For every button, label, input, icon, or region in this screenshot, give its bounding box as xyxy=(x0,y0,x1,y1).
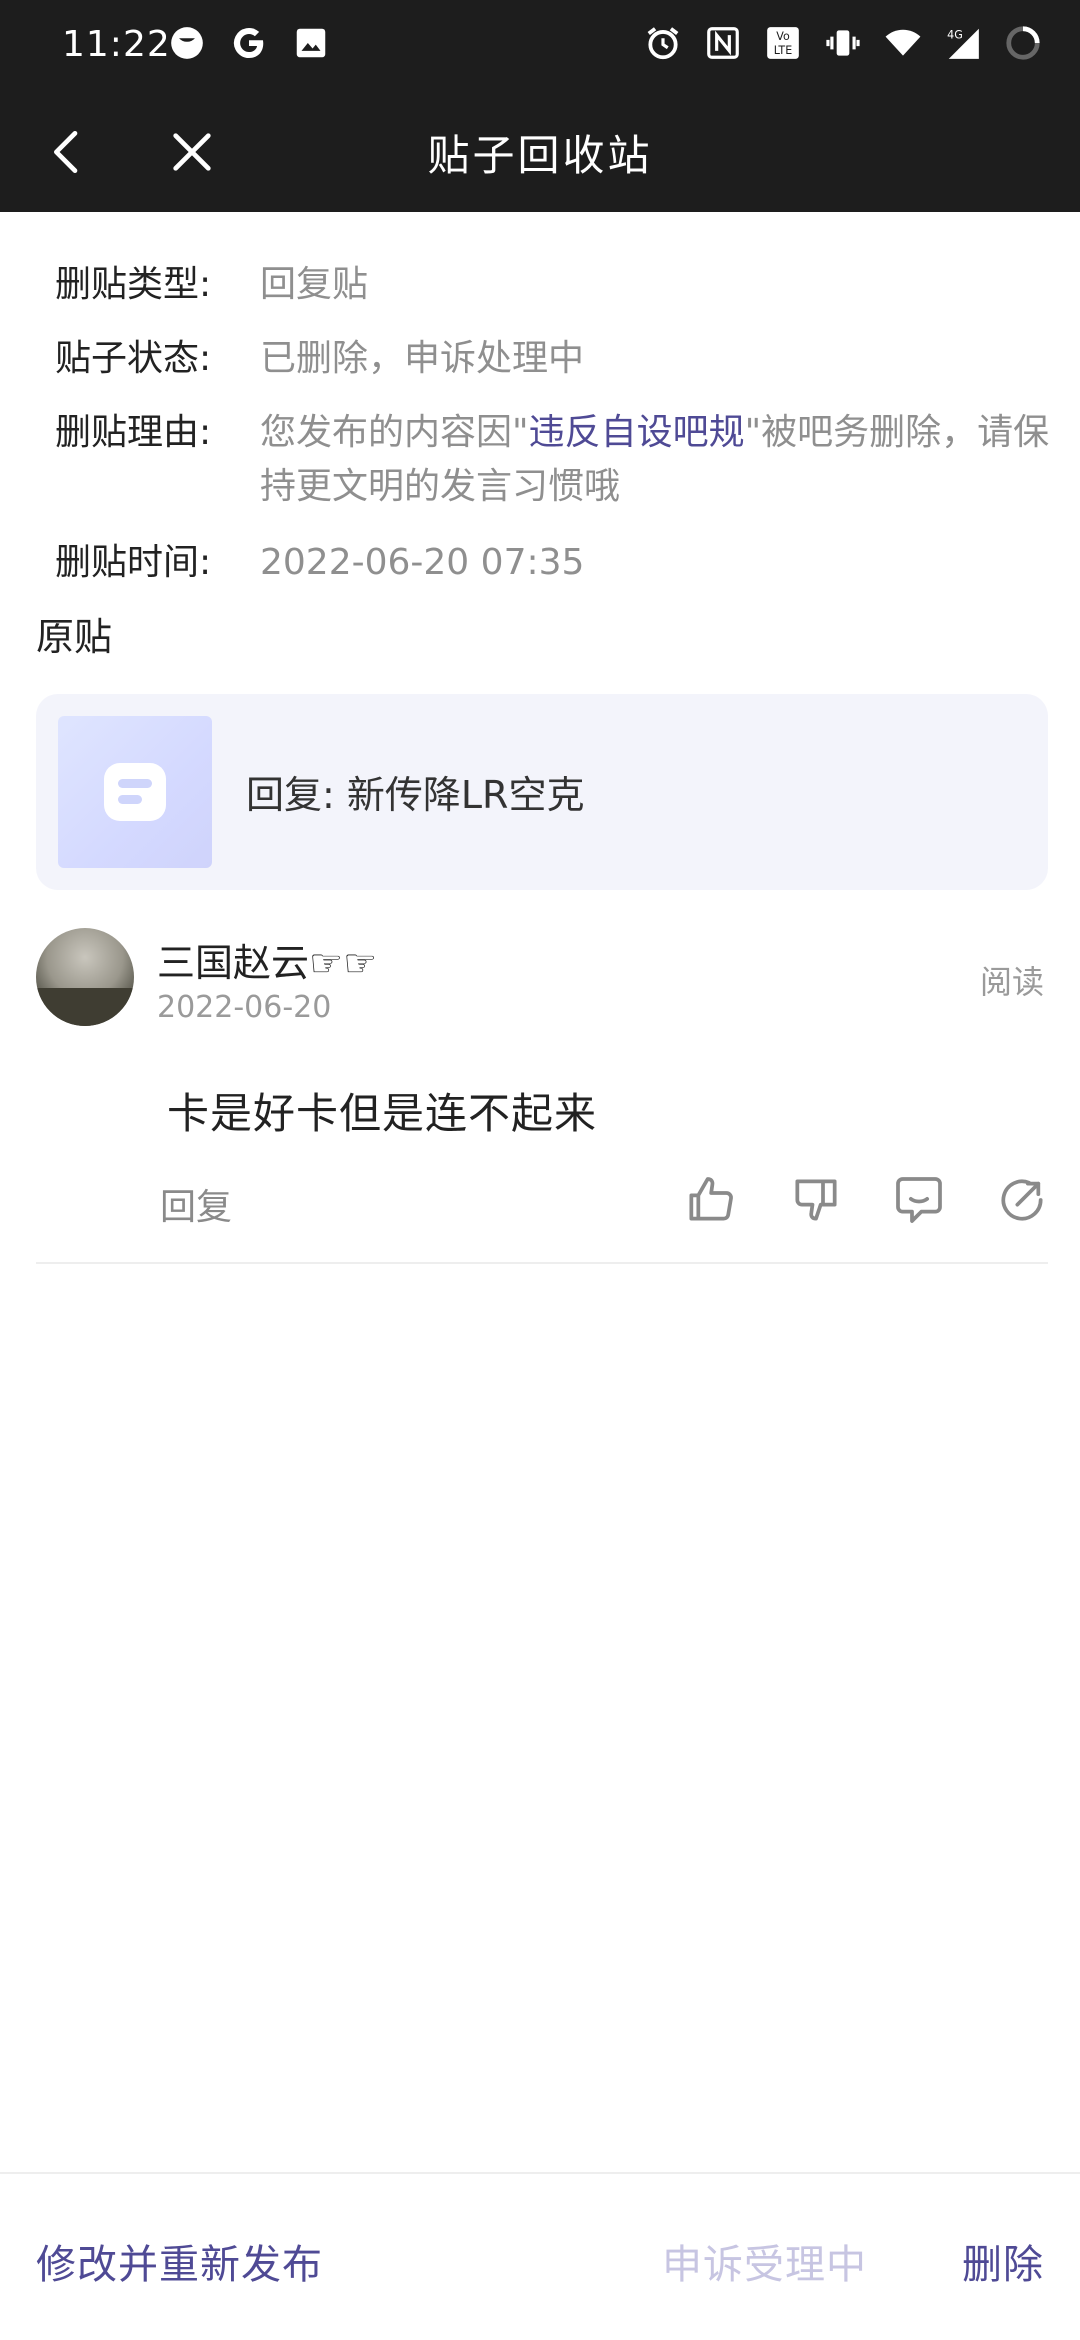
bottom-bar-divider xyxy=(0,2172,1080,2174)
title-bar: 贴子回收站 xyxy=(0,92,1080,212)
page-title: 贴子回收站 xyxy=(427,131,653,180)
comment-divider xyxy=(36,1262,1048,1264)
delete-type-value: 回复贴 xyxy=(260,264,369,305)
post-status-label: 贴子状态: xyxy=(55,338,212,379)
edit-republish-button[interactable]: 修改并重新发布 xyxy=(36,2232,323,2290)
reason-rule-link[interactable]: 违反自设吧规 xyxy=(529,412,745,453)
post-placeholder-icon xyxy=(104,763,166,821)
status-right-icons: Vo LTE 4G xyxy=(644,24,1042,62)
alarm-icon xyxy=(644,24,682,62)
original-post-label: 原贴 xyxy=(36,615,113,659)
status-left-icons xyxy=(168,24,330,62)
delete-reason-value: 您发布的内容因"违反自设吧规"被吧务删除，请保持更文明的发言习惯哦 xyxy=(260,406,1050,514)
original-post-title: 回复: 新传降LR空克 xyxy=(246,773,585,817)
original-post-card[interactable]: 回复: 新传降LR空克 xyxy=(36,694,1048,890)
delete-time-label: 删贴时间: xyxy=(55,542,212,583)
share-button[interactable] xyxy=(994,1172,1050,1228)
username[interactable]: 三国赵云☞☞ xyxy=(157,932,377,987)
wifi-icon xyxy=(884,24,922,62)
signal-4g-icon: 4G xyxy=(944,24,982,62)
comment-content: 卡是好卡但是连不起来 xyxy=(167,1089,598,1138)
image-icon xyxy=(292,24,330,62)
dislike-button[interactable] xyxy=(788,1172,844,1228)
delete-time-value: 2022-06-20 07:35 xyxy=(260,542,585,583)
thumbs-down-icon xyxy=(795,1179,837,1221)
delete-reason-row: 删贴理由: 您发布的内容因"违反自设吧规"被吧务删除，请保持更文明的发言习惯哦 xyxy=(55,406,1050,514)
delete-type-row: 删贴类型: 回复贴 xyxy=(55,258,368,312)
read-label[interactable]: 阅读 xyxy=(980,957,1044,1003)
like-button[interactable] xyxy=(682,1172,738,1228)
comment-button[interactable] xyxy=(891,1172,947,1228)
post-thumbnail xyxy=(58,716,212,868)
volte-icon: Vo LTE xyxy=(764,24,802,62)
avatar[interactable] xyxy=(36,928,134,1026)
svg-text:LTE: LTE xyxy=(774,44,792,57)
delete-button[interactable]: 删除 xyxy=(962,2232,1044,2290)
delete-type-label: 删贴类型: xyxy=(55,264,212,305)
delete-reason-label: 删贴理由: xyxy=(55,412,212,453)
reply-button[interactable]: 回复 xyxy=(160,1178,232,1230)
comment-icon xyxy=(896,1177,942,1223)
google-icon xyxy=(230,24,268,62)
nfc-icon xyxy=(704,24,742,62)
status-bar: 11:22 Vo LTE 4G xyxy=(0,0,1080,92)
reason-prefix: 您发布的内容因" xyxy=(260,412,529,453)
moon-icon xyxy=(168,24,206,62)
vibrate-icon xyxy=(824,24,862,62)
appeal-status-label: 申诉受理中 xyxy=(662,2242,867,2288)
svg-text:Vo: Vo xyxy=(776,30,790,43)
status-time: 11:22 xyxy=(62,24,171,65)
delete-time-row: 删贴时间: 2022-06-20 07:35 xyxy=(55,536,584,590)
svg-text:4G: 4G xyxy=(947,28,963,41)
comment-date: 2022-06-20 xyxy=(157,990,332,1025)
share-icon xyxy=(1001,1179,1043,1221)
post-status-row: 贴子状态: 已删除，申诉处理中 xyxy=(55,332,584,386)
battery-icon xyxy=(1004,24,1042,62)
thumbs-up-icon xyxy=(689,1177,733,1221)
post-status-value: 已删除，申诉处理中 xyxy=(260,338,585,379)
